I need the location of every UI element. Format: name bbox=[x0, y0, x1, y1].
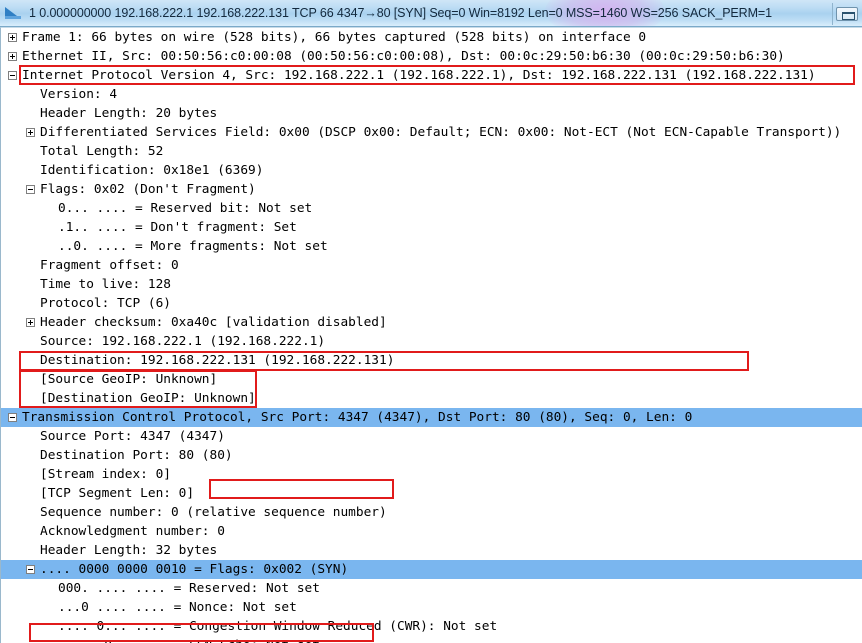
detail-row-acknowledgment-number[interactable]: Acknowledgment number: 0 bbox=[1, 522, 862, 541]
window-controls bbox=[832, 0, 862, 26]
detail-row-ip-flags[interactable]: Flags: 0x02 (Don't Fragment) bbox=[1, 180, 862, 199]
window-title: 1 0.000000000 192.168.222.1 192.168.222.… bbox=[29, 6, 772, 20]
detail-row-label: Sequence number: 0 (relative sequence nu… bbox=[40, 505, 387, 520]
expand-icon[interactable] bbox=[8, 33, 17, 42]
detail-row-label: Header Length: 32 bytes bbox=[40, 543, 218, 558]
detail-row-ip-source[interactable]: Source: 192.168.222.1 (192.168.222.1) bbox=[1, 332, 862, 351]
collapse-icon[interactable] bbox=[8, 413, 17, 422]
detail-row-more-fragments[interactable]: ..0. .... = More fragments: Not set bbox=[1, 237, 862, 256]
detail-row-label: [Stream index: 0] bbox=[40, 467, 171, 482]
wireshark-window: 1 0.000000000 192.168.222.1 192.168.222.… bbox=[0, 0, 862, 643]
expand-icon[interactable] bbox=[26, 128, 35, 137]
detail-row-flag-ecn-echo[interactable]: .... .0.. .... = ECN-Echo: Not set bbox=[1, 636, 862, 643]
detail-row-fragment-offset[interactable]: Fragment offset: 0 bbox=[1, 256, 862, 275]
detail-row-tcp-segment-len[interactable]: [TCP Segment Len: 0] bbox=[1, 484, 862, 503]
detail-row-label: Header checksum: 0xa40c [validation disa… bbox=[40, 315, 387, 330]
detail-row-label: Fragment offset: 0 bbox=[40, 258, 179, 273]
window-controls-divider bbox=[832, 2, 833, 25]
packet-details-pane[interactable]: Frame 1: 66 bytes on wire (528 bits), 66… bbox=[0, 27, 862, 643]
detail-row-ttl[interactable]: Time to live: 128 bbox=[1, 275, 862, 294]
detail-row-label: Total Length: 52 bbox=[40, 144, 164, 159]
detail-row-label: Protocol: TCP (6) bbox=[40, 296, 171, 311]
detail-row-flag-reserved[interactable]: 000. .... .... = Reserved: Not set bbox=[1, 579, 862, 598]
detail-row-reserved-bit[interactable]: 0... .... = Reserved bit: Not set bbox=[1, 199, 862, 218]
detail-row-label: Destination Port: 80 (80) bbox=[40, 448, 233, 463]
detail-row-tcp-header-length[interactable]: Header Length: 32 bytes bbox=[1, 541, 862, 560]
detail-row-protocol[interactable]: Protocol: TCP (6) bbox=[1, 294, 862, 313]
detail-row-label: ..0. .... = More fragments: Not set bbox=[58, 239, 328, 254]
detail-row-label: Source: 192.168.222.1 (192.168.222.1) bbox=[40, 334, 326, 349]
detail-row-label: Ethernet II, Src: 00:50:56:c0:00:08 (00:… bbox=[22, 49, 785, 64]
detail-row-identification[interactable]: Identification: 0x18e1 (6369) bbox=[1, 161, 862, 180]
detail-row-dsfield[interactable]: Differentiated Services Field: 0x00 (DSC… bbox=[1, 123, 862, 142]
detail-row-tcp-flags[interactable]: .... 0000 0000 0010 = Flags: 0x002 (SYN) bbox=[1, 560, 862, 579]
detail-row-label: Identification: 0x18e1 (6369) bbox=[40, 163, 264, 178]
detail-row-header-checksum[interactable]: Header checksum: 0xa40c [validation disa… bbox=[1, 313, 862, 332]
detail-row-label: .... 0... .... = Congestion Window Reduc… bbox=[58, 619, 498, 634]
detail-row-label: Transmission Control Protocol, Src Port:… bbox=[22, 410, 693, 425]
detail-row-label: [Destination GeoIP: Unknown] bbox=[40, 391, 256, 406]
collapse-icon[interactable] bbox=[8, 71, 17, 80]
detail-row-label: Acknowledgment number: 0 bbox=[40, 524, 225, 539]
detail-row-label: Internet Protocol Version 4, Src: 192.16… bbox=[22, 68, 816, 83]
detail-row-flag-cwr[interactable]: .... 0... .... = Congestion Window Reduc… bbox=[1, 617, 862, 636]
detail-row-label: 000. .... .... = Reserved: Not set bbox=[58, 581, 320, 596]
expand-icon[interactable] bbox=[8, 52, 17, 61]
wireshark-shark-fin-icon bbox=[4, 5, 23, 21]
detail-row-label: [TCP Segment Len: 0] bbox=[40, 486, 195, 501]
window-titlebar: 1 0.000000000 192.168.222.1 192.168.222.… bbox=[0, 0, 862, 27]
detail-row-ip-header-length[interactable]: Header Length: 20 bytes bbox=[1, 104, 862, 123]
expand-icon[interactable] bbox=[26, 318, 35, 327]
detail-row-label: Time to live: 128 bbox=[40, 277, 171, 292]
detail-row-ethernet[interactable]: Ethernet II, Src: 00:50:56:c0:00:08 (00:… bbox=[1, 47, 862, 66]
detail-row-label: 0... .... = Reserved bit: Not set bbox=[58, 201, 313, 216]
detail-row-ip-version[interactable]: Version: 4 bbox=[1, 85, 862, 104]
detail-row-label: Flags: 0x02 (Don't Fragment) bbox=[40, 182, 256, 197]
detail-row-source-geoip[interactable]: [Source GeoIP: Unknown] bbox=[1, 370, 862, 389]
detail-row-ip-destination[interactable]: Destination: 192.168.222.131 (192.168.22… bbox=[1, 351, 862, 370]
detail-row-dont-fragment[interactable]: .1.. .... = Don't fragment: Set bbox=[1, 218, 862, 237]
detail-row-destination-port[interactable]: Destination Port: 80 (80) bbox=[1, 446, 862, 465]
detail-row-label: Version: 4 bbox=[40, 87, 118, 102]
collapse-icon[interactable] bbox=[26, 565, 35, 574]
detail-row-label: .1.. .... = Don't fragment: Set bbox=[58, 220, 297, 235]
detail-row-flag-nonce[interactable]: ...0 .... .... = Nonce: Not set bbox=[1, 598, 862, 617]
detail-row-sequence-number[interactable]: Sequence number: 0 (relative sequence nu… bbox=[1, 503, 862, 522]
detail-row-tcp[interactable]: Transmission Control Protocol, Src Port:… bbox=[1, 408, 862, 427]
detail-row-label: Header Length: 20 bytes bbox=[40, 106, 218, 121]
detail-row-label: Differentiated Services Field: 0x00 (DSC… bbox=[40, 125, 842, 140]
detail-row-label: .... .0.. .... = ECN-Echo: Not set bbox=[58, 636, 320, 643]
detail-row-ipv4[interactable]: Internet Protocol Version 4, Src: 192.16… bbox=[1, 66, 862, 85]
detail-row-label: Frame 1: 66 bytes on wire (528 bits), 66… bbox=[22, 30, 647, 45]
detail-row-total-length[interactable]: Total Length: 52 bbox=[1, 142, 862, 161]
detail-row-source-port[interactable]: Source Port: 4347 (4347) bbox=[1, 427, 862, 446]
detail-row-label: Source Port: 4347 (4347) bbox=[40, 429, 225, 444]
detail-row-label: Destination: 192.168.222.131 (192.168.22… bbox=[40, 353, 395, 368]
detail-row-label: ...0 .... .... = Nonce: Not set bbox=[58, 600, 297, 615]
detail-row-stream-index[interactable]: [Stream index: 0] bbox=[1, 465, 862, 484]
detail-row-frame[interactable]: Frame 1: 66 bytes on wire (528 bits), 66… bbox=[1, 28, 862, 47]
restore-window-button[interactable] bbox=[836, 6, 858, 21]
detail-row-destination-geoip[interactable]: [Destination GeoIP: Unknown] bbox=[1, 389, 862, 408]
collapse-icon[interactable] bbox=[26, 185, 35, 194]
detail-row-label: .... 0000 0000 0010 = Flags: 0x002 (SYN) bbox=[40, 562, 349, 577]
detail-row-label: [Source GeoIP: Unknown] bbox=[40, 372, 218, 387]
